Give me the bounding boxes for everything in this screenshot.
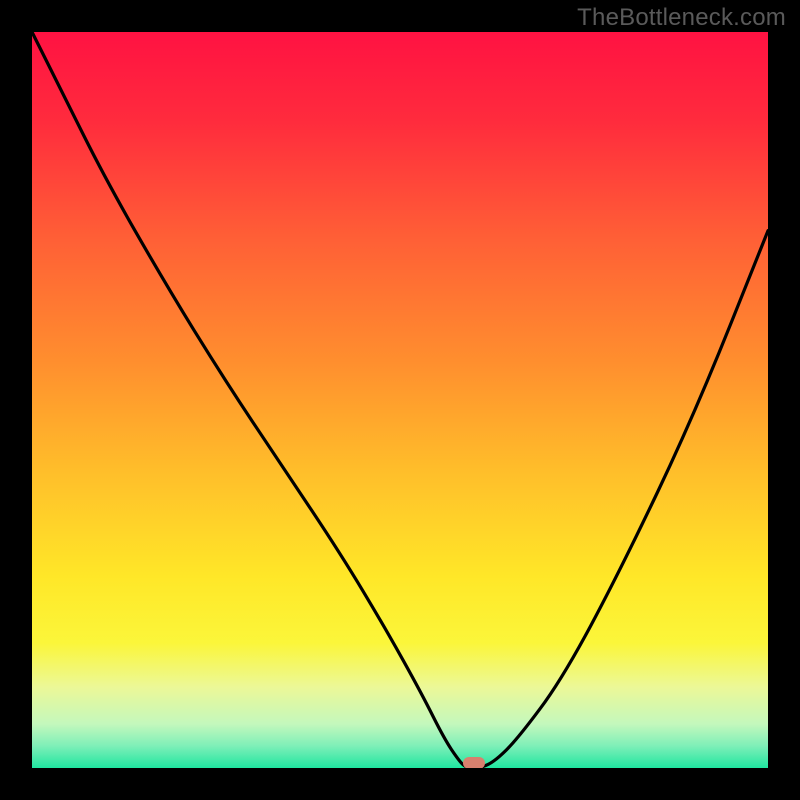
- chart-frame: TheBottleneck.com: [0, 0, 800, 800]
- plot-area: [32, 32, 768, 768]
- watermark-text: TheBottleneck.com: [577, 4, 786, 32]
- optimum-marker: [463, 757, 485, 768]
- bottleneck-curve: [32, 32, 768, 768]
